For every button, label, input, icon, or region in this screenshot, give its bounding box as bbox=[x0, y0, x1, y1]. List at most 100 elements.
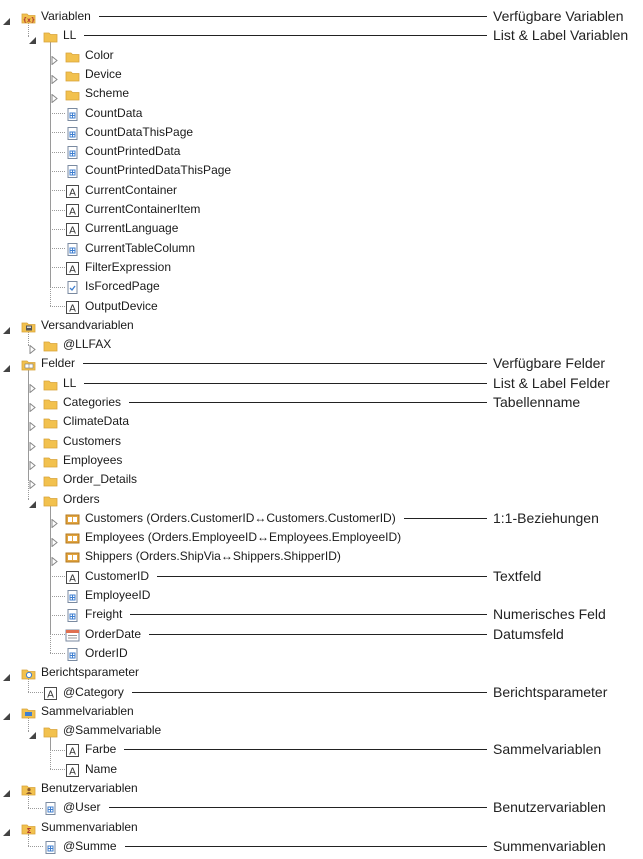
tree-node-label: @Summe bbox=[63, 838, 117, 853]
tree-node-label: Freight bbox=[85, 607, 123, 622]
expanded-triangle-icon[interactable] bbox=[2, 707, 11, 720]
callout-annotation: Numerisches Feld bbox=[493, 606, 606, 623]
folder-icon bbox=[43, 29, 58, 43]
tree-node[interactable]: A CurrentContainerItem bbox=[0, 200, 643, 219]
tree-node[interactable]: Device bbox=[0, 65, 643, 85]
collapsed-triangle-icon[interactable] bbox=[28, 475, 37, 490]
tree-node[interactable]: Employees bbox=[0, 451, 643, 471]
expanded-triangle-icon[interactable] bbox=[28, 495, 37, 508]
folder-icon bbox=[65, 49, 80, 62]
tree-node-label: @User bbox=[63, 800, 101, 815]
tree-node-label: @Sammelvariable bbox=[63, 723, 162, 738]
tree-node[interactable]: Customers bbox=[0, 432, 643, 452]
expanded-triangle-icon[interactable] bbox=[2, 12, 11, 25]
tree-node-label: Variablen bbox=[41, 9, 91, 23]
expanded-triangle-icon[interactable] bbox=[2, 823, 11, 836]
collapsed-triangle-icon[interactable] bbox=[50, 514, 59, 529]
tree-node[interactable]: OrderID bbox=[0, 644, 643, 663]
relation-icon bbox=[65, 550, 80, 563]
tree-node-label: OrderID bbox=[85, 645, 128, 660]
tree-node-label: EmployeeID bbox=[85, 588, 151, 602]
expanded-triangle-icon[interactable] bbox=[2, 321, 11, 334]
tree-node-label: Farbe bbox=[85, 742, 117, 757]
tree-node-label: FilterExpression bbox=[85, 259, 172, 274]
collapsed-triangle-icon[interactable] bbox=[28, 379, 37, 394]
callout-annotation: Sammelvariablen bbox=[493, 741, 602, 758]
expanded-triangle-icon[interactable] bbox=[28, 726, 37, 740]
expanded-triangle-icon[interactable] bbox=[28, 31, 37, 45]
tree-node[interactable]: Shippers (Orders.ShipVia↔Shippers.Shippe… bbox=[0, 547, 643, 567]
collapsed-triangle-icon[interactable] bbox=[28, 456, 37, 471]
tree-node[interactable]: IsForcedPage bbox=[0, 277, 643, 296]
fields-root-icon bbox=[21, 357, 36, 371]
tree-node-label: Employees (Orders.EmployeeID↔Employees.E… bbox=[85, 530, 402, 545]
tree-node-label: IsForcedPage bbox=[85, 279, 160, 294]
tree-node-label: CountPrintedDataThisPage bbox=[85, 163, 232, 178]
tree-node-label: Name bbox=[85, 761, 118, 776]
tree-node[interactable]: Berichtsparameter bbox=[0, 663, 643, 682]
tree-node[interactable]: Order_Details bbox=[0, 470, 643, 490]
collection-icon bbox=[21, 705, 36, 719]
collapsed-triangle-icon[interactable] bbox=[28, 437, 37, 452]
svg-text:A: A bbox=[47, 689, 54, 700]
tree-node[interactable]: Scheme bbox=[0, 84, 643, 104]
folder-icon bbox=[43, 493, 58, 506]
folder-icon bbox=[65, 68, 80, 82]
callout-leader-line bbox=[131, 691, 487, 693]
tree-node[interactable]: Employees (Orders.EmployeeID↔Employees.E… bbox=[0, 528, 643, 548]
collapsed-triangle-icon[interactable] bbox=[28, 398, 37, 413]
callout-annotation: Benutzervariablen bbox=[493, 799, 606, 816]
tree-node[interactable]: CountDataThisPage bbox=[0, 123, 643, 142]
collapsed-triangle-icon[interactable] bbox=[28, 417, 37, 432]
text-icon: A bbox=[65, 300, 80, 314]
relation-icon bbox=[65, 512, 80, 525]
tree-node[interactable]: EmployeeID bbox=[0, 586, 643, 605]
tree-node[interactable]: CountData bbox=[0, 104, 643, 123]
tree-node[interactable]: A CurrentContainer bbox=[0, 181, 643, 200]
tree-node[interactable]: Benutzervariablen bbox=[0, 779, 643, 798]
callout-annotation: List & Label Variablen bbox=[493, 27, 629, 44]
folder-icon bbox=[43, 338, 58, 352]
folder-icon bbox=[43, 415, 58, 429]
folder-icon bbox=[43, 377, 58, 391]
expanded-triangle-icon[interactable] bbox=[2, 784, 11, 797]
text-icon: A bbox=[65, 222, 80, 237]
tree-node[interactable]: A OutputDevice bbox=[0, 297, 643, 316]
tree-node[interactable]: A Name bbox=[0, 760, 643, 779]
svg-text:A: A bbox=[69, 303, 76, 314]
tree-node[interactable]: CountPrintedData bbox=[0, 142, 643, 161]
collapsed-triangle-icon[interactable] bbox=[50, 70, 59, 85]
tree-node[interactable]: Versandvariablen bbox=[0, 316, 643, 335]
relation-icon bbox=[65, 531, 80, 544]
var-root-icon: {x} bbox=[21, 10, 36, 24]
tree-node-label: Orders bbox=[63, 491, 100, 506]
tree-node[interactable]: Σ Summenvariablen bbox=[0, 818, 643, 837]
tree-node[interactable]: Sammelvariablen bbox=[0, 702, 643, 721]
tree-node-label: Berichtsparameter bbox=[41, 665, 140, 680]
tree-node[interactable]: @LLFAX bbox=[0, 335, 643, 355]
collapsed-triangle-icon[interactable] bbox=[50, 89, 59, 104]
tree-node-label: LL bbox=[63, 28, 77, 43]
collapsed-triangle-icon[interactable] bbox=[50, 533, 59, 548]
expanded-triangle-icon[interactable] bbox=[2, 359, 11, 373]
collapsed-triangle-icon[interactable] bbox=[50, 51, 59, 66]
numeric-icon bbox=[65, 589, 80, 603]
collapsed-triangle-icon[interactable] bbox=[28, 340, 37, 355]
tree-node[interactable]: CurrentTableColumn bbox=[0, 239, 643, 258]
sum-icon: Σ bbox=[21, 821, 36, 835]
collapsed-triangle-icon[interactable] bbox=[50, 552, 59, 567]
tree-node[interactable]: A FilterExpression bbox=[0, 258, 643, 277]
tree-node[interactable]: ClimateData bbox=[0, 412, 643, 432]
tree-node[interactable]: Orders bbox=[0, 490, 643, 509]
tree-node[interactable]: A CurrentLanguage bbox=[0, 219, 643, 238]
date-icon bbox=[65, 628, 80, 642]
tree-node[interactable]: CountPrintedDataThisPage bbox=[0, 161, 643, 180]
tree-node[interactable]: @Sammelvariable bbox=[0, 721, 643, 740]
tree-node[interactable]: Color bbox=[0, 46, 643, 66]
tree-node-label: Summenvariablen bbox=[41, 819, 138, 834]
numeric-icon bbox=[43, 801, 58, 816]
folder-icon bbox=[43, 396, 58, 410]
tree-node-label: @LLFAX bbox=[63, 337, 112, 352]
expanded-triangle-icon[interactable] bbox=[2, 668, 11, 682]
text-icon: A bbox=[65, 570, 80, 584]
